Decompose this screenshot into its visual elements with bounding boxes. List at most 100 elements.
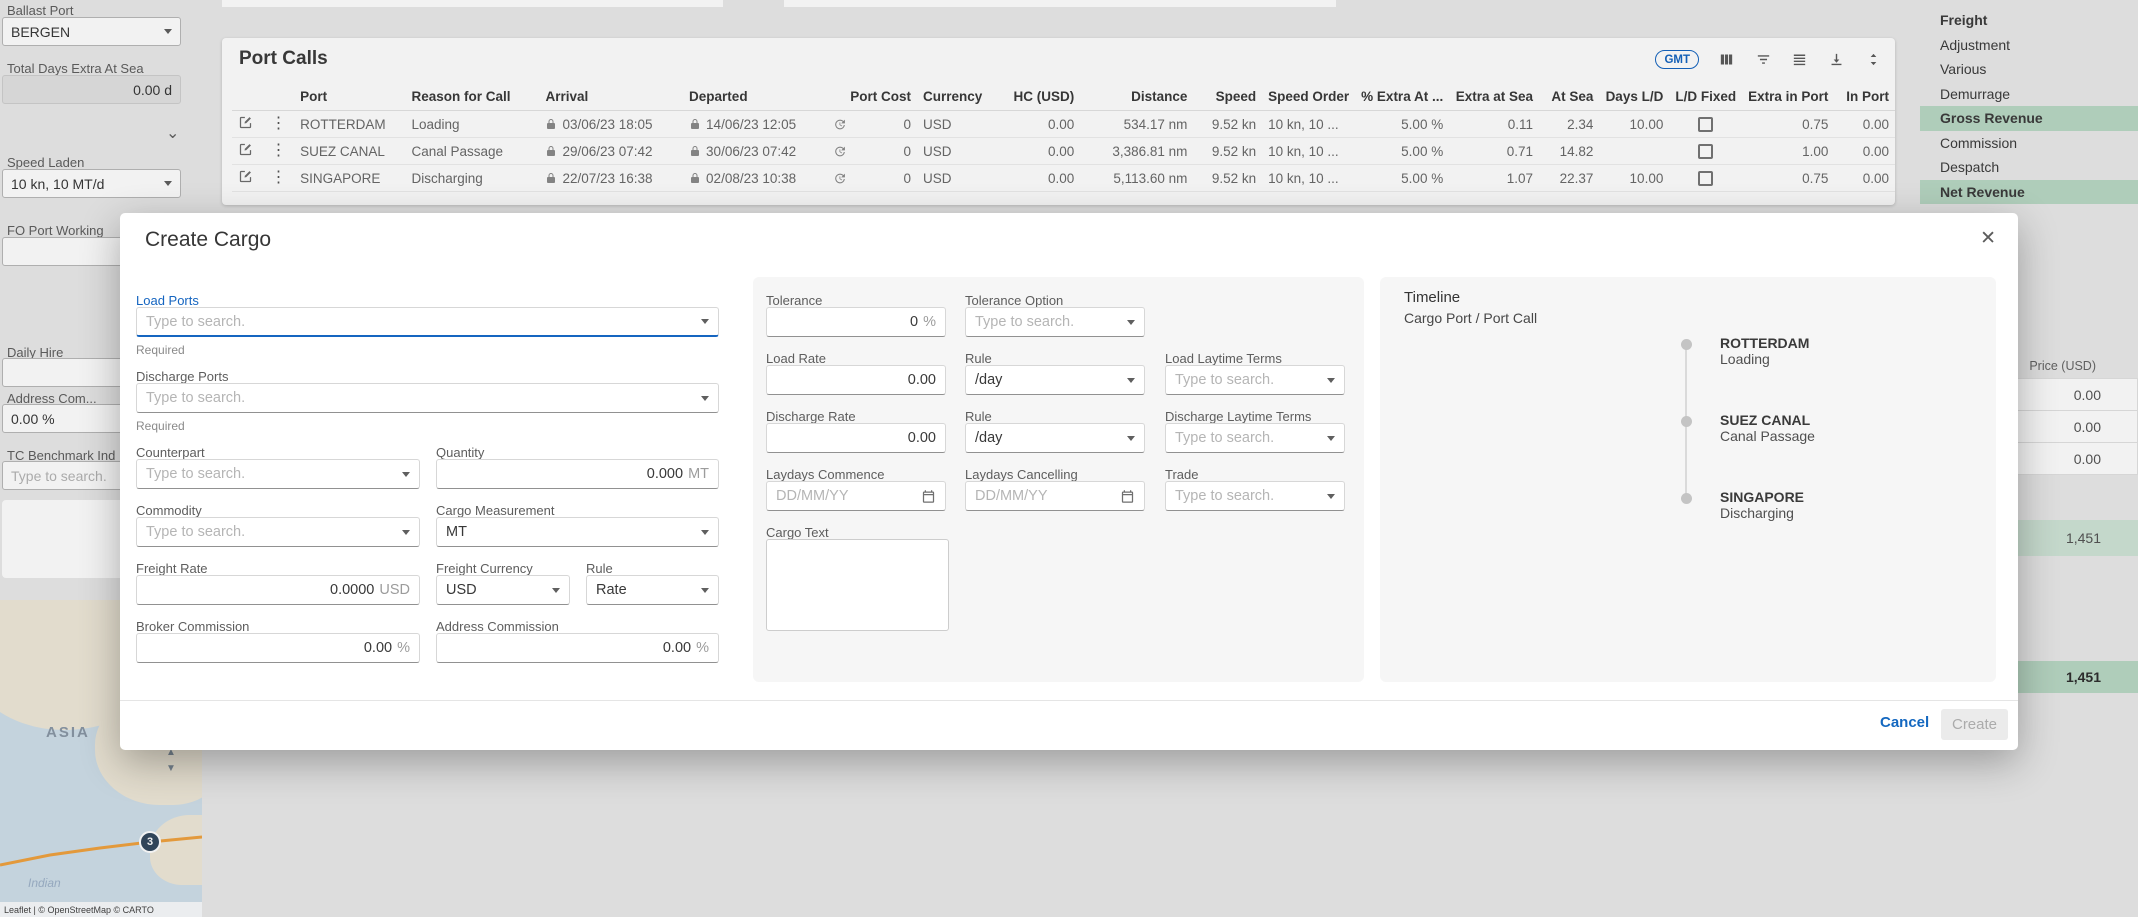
field-value: 0.00 [908,430,936,446]
load-rate-input[interactable]: 0.00 [766,365,946,395]
field-value: Rate [596,582,627,598]
broker-commission-input[interactable]: 0.00 % [136,633,420,663]
load-ports-label: Load Ports [136,293,199,308]
placeholder-text: Type to search. [146,466,245,482]
discharge-rate-label: Discharge Rate [766,409,856,424]
placeholder-text: Type to search. [975,314,1074,330]
timeline-dot [1681,339,1692,350]
load-rule-select[interactable]: /day [965,365,1145,395]
timeline-dot [1681,416,1692,427]
dropdown-arrow-icon [1327,378,1335,383]
dropdown-arrow-icon [701,396,709,401]
counterpart-select[interactable]: Type to search. [136,459,420,489]
load-ports-select[interactable]: Type to search. [136,307,719,337]
cargo-measurement-select[interactable]: MT [436,517,719,547]
discharge-ports-select[interactable]: Type to search. [136,383,719,413]
field-value: 0.000 [647,466,683,482]
field-value: 0.00 [364,640,392,656]
field-value: MT [446,524,467,540]
dropdown-arrow-icon [701,319,709,324]
discharge-rule-select[interactable]: /day [965,423,1145,453]
timeline-call: Loading [1720,351,1770,367]
timeline-title: Timeline [1404,289,1460,306]
tolerance-input[interactable]: 0 % [766,307,946,337]
dropdown-arrow-icon [1127,436,1135,441]
field-value: /day [975,430,1002,446]
cargo-text-textarea[interactable] [766,539,949,631]
field-value: /day [975,372,1002,388]
tolerance-option-select[interactable]: Type to search. [965,307,1145,337]
laydays-cancelling-date-input[interactable]: DD/MM/YY [965,481,1145,511]
load-laytime-label: Load Laytime Terms [1165,351,1282,366]
laydays-commence-date-input[interactable]: DD/MM/YY [766,481,946,511]
placeholder-text: DD/MM/YY [975,488,1048,504]
discharge-rule-label: Rule [965,409,992,424]
placeholder-text: Type to search. [1175,430,1274,446]
calendar-icon [1120,489,1135,504]
commodity-label: Commodity [136,503,202,518]
placeholder-text: DD/MM/YY [776,488,849,504]
freight-rate-label: Freight Rate [136,561,208,576]
field-unit: % [923,314,936,330]
field-unit: % [696,640,709,656]
cargo-text-label: Cargo Text [766,525,829,540]
dropdown-arrow-icon [1127,378,1135,383]
dropdown-arrow-icon [1327,436,1335,441]
timeline-subtitle: Cargo Port / Port Call [1404,310,1537,326]
timeline-call: Canal Passage [1720,428,1815,444]
rule-select[interactable]: Rate [586,575,719,605]
discharge-ports-label: Discharge Ports [136,369,228,384]
dropdown-arrow-icon [552,588,560,593]
address-commission-input[interactable]: 0.00 % [436,633,719,663]
commodity-select[interactable]: Type to search. [136,517,420,547]
cancel-button[interactable]: Cancel [1880,714,1929,731]
create-cargo-dialog: Create Cargo ✕ Load Ports Type to search… [120,213,2018,750]
field-value: USD [446,582,477,598]
dropdown-arrow-icon [402,530,410,535]
timeline-panel [1380,277,1996,682]
dialog-title: Create Cargo [145,228,271,252]
dropdown-arrow-icon [701,588,709,593]
field-unit: USD [379,582,410,598]
calendar-icon [921,489,936,504]
field-value: 0 [910,314,918,330]
tolerance-option-label: Tolerance Option [965,293,1063,308]
timeline-port: ROTTERDAM [1720,335,1809,351]
placeholder-text: Type to search. [1175,372,1274,388]
address-commission-label: Address Commission [436,619,559,634]
required-hint: Required [136,419,185,433]
timeline-port: SUEZ CANAL [1720,412,1810,428]
footer-divider [120,700,2018,701]
field-value: 0.00 [908,372,936,388]
laydays-cancelling-label: Laydays Cancelling [965,467,1078,482]
field-value: 0.0000 [330,582,374,598]
freight-rate-input[interactable]: 0.0000 USD [136,575,420,605]
close-icon[interactable]: ✕ [1980,227,1996,250]
freight-currency-label: Freight Currency [436,561,533,576]
cargo-measurement-label: Cargo Measurement [436,503,555,518]
load-laytime-select[interactable]: Type to search. [1165,365,1345,395]
freight-currency-select[interactable]: USD [436,575,570,605]
load-rate-label: Load Rate [766,351,826,366]
laydays-commence-label: Laydays Commence [766,467,885,482]
create-button[interactable]: Create [1941,709,2008,740]
estimate-page: Ballast Port BERGEN Total Days Extra At … [0,0,2138,917]
discharge-laytime-label: Discharge Laytime Terms [1165,409,1311,424]
timeline-dot [1681,493,1692,504]
quantity-label: Quantity [436,445,484,460]
discharge-rate-input[interactable]: 0.00 [766,423,946,453]
load-rule-label: Rule [965,351,992,366]
rule-label: Rule [586,561,613,576]
field-unit: % [397,640,410,656]
timeline-call: Discharging [1720,505,1794,521]
trade-select[interactable]: Type to search. [1165,481,1345,511]
placeholder-text: Type to search. [1175,488,1274,504]
timeline-port: SINGAPORE [1720,489,1804,505]
dropdown-arrow-icon [1127,320,1135,325]
placeholder-text: Type to search. [146,524,245,540]
discharge-laytime-select[interactable]: Type to search. [1165,423,1345,453]
placeholder-text: Type to search. [146,390,245,406]
dropdown-arrow-icon [701,530,709,535]
broker-commission-label: Broker Commission [136,619,249,634]
quantity-input[interactable]: 0.000 MT [436,459,719,489]
